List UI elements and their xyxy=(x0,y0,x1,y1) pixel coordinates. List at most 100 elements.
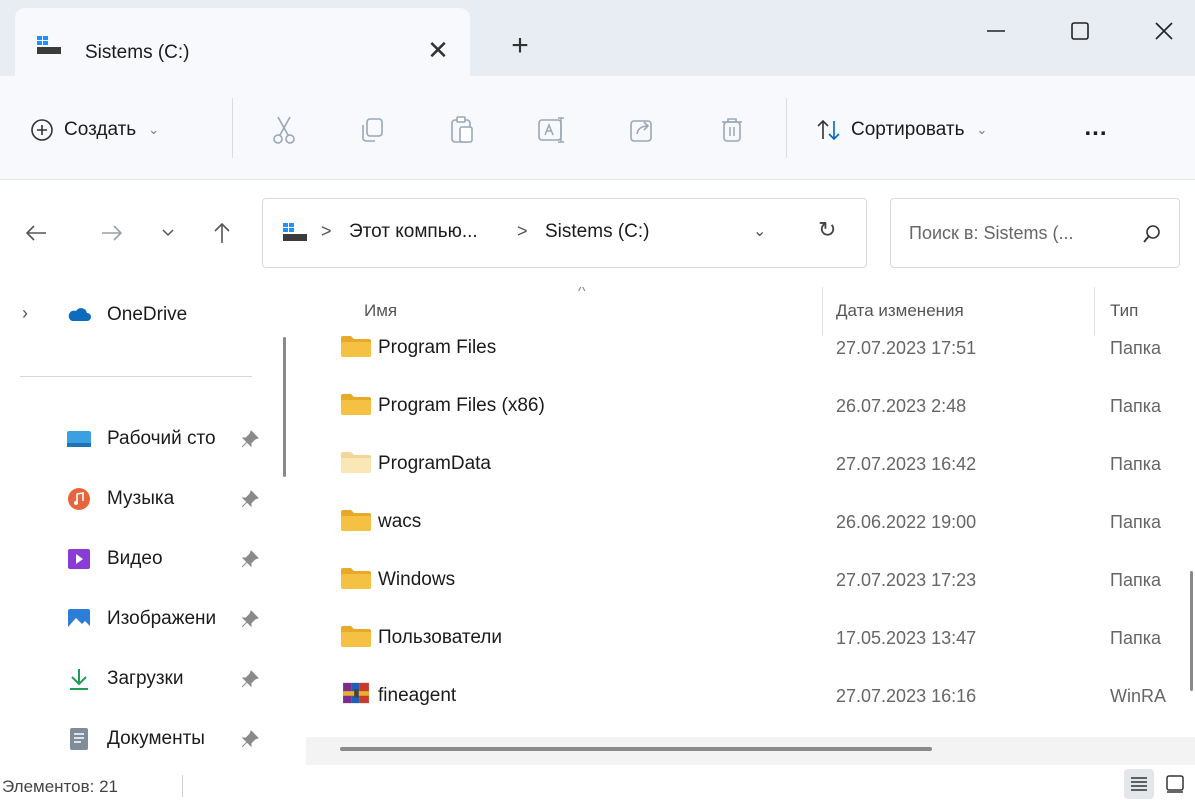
drive-icon xyxy=(283,223,307,241)
sidebar-item-label: Загрузки xyxy=(107,668,184,689)
column-divider[interactable] xyxy=(822,287,823,335)
more-options-button[interactable]: ... xyxy=(1072,110,1120,150)
rename-icon xyxy=(538,117,564,143)
column-divider[interactable] xyxy=(1094,287,1095,335)
tab-close-icon[interactable]: ✕ xyxy=(420,32,456,68)
sidebar-item-documents[interactable]: Документы xyxy=(0,717,270,761)
tab-title: Sistems (C:) xyxy=(85,42,190,63)
sort-caret-icon: ^ xyxy=(578,287,586,300)
chevron-down-icon: ⌄ xyxy=(148,122,160,137)
sidebar-item-desktop[interactable]: Рабочий сто xyxy=(0,417,270,461)
vertical-scrollbar-thumb[interactable] xyxy=(1190,571,1193,691)
file-type: Папка xyxy=(1110,570,1161,590)
rename-button[interactable] xyxy=(532,110,572,150)
column-header-name[interactable]: Имя xyxy=(364,301,397,321)
horizontal-scrollbar-thumb[interactable] xyxy=(340,747,932,751)
sidebar-scrollbar[interactable] xyxy=(283,337,286,477)
folder-icon xyxy=(341,394,371,415)
file-date: 27.07.2023 17:51 xyxy=(836,338,977,358)
new-tab-button[interactable]: + xyxy=(502,28,538,64)
delete-button[interactable] xyxy=(712,110,752,150)
folder-icon xyxy=(341,336,371,357)
cut-button[interactable] xyxy=(264,110,304,150)
file-name: ProgramData xyxy=(378,453,491,474)
file-date: 27.07.2023 16:16 xyxy=(836,686,977,706)
file-row[interactable]: wacs 26.06.2022 19:00 Папка xyxy=(306,505,1195,563)
sidebar-item-label: Видео xyxy=(107,548,163,569)
recent-locations-button[interactable] xyxy=(148,213,188,253)
pin-icon xyxy=(241,550,259,568)
create-button[interactable]: Создать ⌄ xyxy=(30,110,159,150)
forward-button[interactable] xyxy=(92,213,132,253)
back-button[interactable] xyxy=(16,213,56,253)
tab-sistems[interactable]: Sistems (C:) ✕ xyxy=(15,8,470,78)
downloads-icon xyxy=(70,669,88,690)
sidebar-item-pictures[interactable]: Изображени xyxy=(0,597,270,641)
share-button[interactable] xyxy=(622,110,662,150)
minimize-button[interactable] xyxy=(966,8,1026,54)
details-view-icon xyxy=(1131,777,1147,791)
file-row[interactable]: Windows 27.07.2023 17:23 Папка xyxy=(306,563,1195,621)
column-header-date[interactable]: Дата изменения xyxy=(836,301,964,321)
sidebar-item-label: Музыка xyxy=(107,488,175,509)
file-name: wacs xyxy=(378,511,422,532)
close-window-button[interactable] xyxy=(1134,8,1194,54)
file-name: Program Files xyxy=(378,337,497,358)
pin-icon xyxy=(241,670,259,688)
paste-icon xyxy=(451,116,473,143)
desktop-icon xyxy=(67,431,91,447)
chevron-down-icon xyxy=(162,229,174,237)
address-history-icon[interactable]: ⌄ xyxy=(753,221,766,241)
sidebar-item-music[interactable]: Музыка xyxy=(0,477,270,521)
details-view-button[interactable] xyxy=(1124,769,1154,799)
file-row[interactable]: ProgramData 27.07.2023 16:42 Папка xyxy=(306,447,1195,505)
cloud-icon xyxy=(68,308,91,321)
file-row[interactable]: Program Files 27.07.2023 17:51 Папка xyxy=(306,331,1195,389)
sidebar-item-onedrive[interactable]: › OneDrive xyxy=(0,293,270,337)
breadcrumb-separator: > xyxy=(517,221,528,241)
maximize-button[interactable] xyxy=(1050,8,1110,54)
paste-button[interactable] xyxy=(442,110,482,150)
status-bar: Элементов: 21 xyxy=(0,765,1195,800)
file-type: Папка xyxy=(1110,338,1161,358)
status-divider xyxy=(182,775,183,797)
chevron-right-icon[interactable]: › xyxy=(22,303,28,324)
pin-icon xyxy=(241,730,259,748)
file-date: 27.07.2023 16:42 xyxy=(836,454,977,474)
file-row[interactable]: fineagent 27.07.2023 16:16 WinRA xyxy=(306,679,1195,737)
address-row: > Этот компью... > Sistems (C:) ⌄ ↻ Поис… xyxy=(0,181,1195,287)
large-icons-view-button[interactable] xyxy=(1160,769,1190,799)
file-name: Program Files (x86) xyxy=(378,395,545,416)
breadcrumb-this-pc[interactable]: Этот компью... xyxy=(349,221,478,243)
file-row[interactable]: Пользователи 17.05.2023 13:47 Папка xyxy=(306,621,1195,679)
arrow-right-icon xyxy=(102,225,123,241)
refresh-icon[interactable]: ↻ xyxy=(818,217,836,243)
file-list: ^ Имя Дата изменения Тип Program Files 2… xyxy=(306,287,1195,765)
sort-button[interactable]: Сортировать ⌄ xyxy=(815,110,987,150)
file-type: Папка xyxy=(1110,396,1161,416)
sidebar-item-label: OneDrive xyxy=(107,304,188,325)
address-bar[interactable]: > Этот компью... > Sistems (C:) ⌄ ↻ xyxy=(262,198,867,268)
pictures-icon xyxy=(68,609,90,629)
documents-icon xyxy=(70,728,88,750)
file-row[interactable]: Program Files (x86) 26.07.2023 2:48 Папк… xyxy=(306,389,1195,447)
search-input[interactable]: Поиск в: Sistems (... xyxy=(890,198,1180,268)
copy-icon xyxy=(362,118,383,142)
sidebar-item-label: Документы xyxy=(107,728,205,749)
file-type: Папка xyxy=(1110,454,1161,474)
breadcrumb-drive[interactable]: Sistems (C:) xyxy=(545,221,650,243)
horizontal-scrollbar-track[interactable] xyxy=(306,737,1195,765)
up-button[interactable] xyxy=(202,213,242,253)
file-name: Пользователи xyxy=(378,627,503,648)
toolbar-divider xyxy=(232,98,233,158)
maximize-icon xyxy=(1071,22,1089,40)
sidebar-item-video[interactable]: Видео xyxy=(0,537,270,581)
column-header-type[interactable]: Тип xyxy=(1110,301,1138,321)
file-name: fineagent xyxy=(378,685,457,706)
large-icons-view-icon xyxy=(1166,775,1184,793)
file-date: 17.05.2023 13:47 xyxy=(836,628,977,648)
sidebar-item-downloads[interactable]: Загрузки xyxy=(0,657,270,701)
file-date: 26.06.2022 19:00 xyxy=(836,512,977,532)
copy-button[interactable] xyxy=(352,110,392,150)
sort-icon xyxy=(817,119,840,141)
